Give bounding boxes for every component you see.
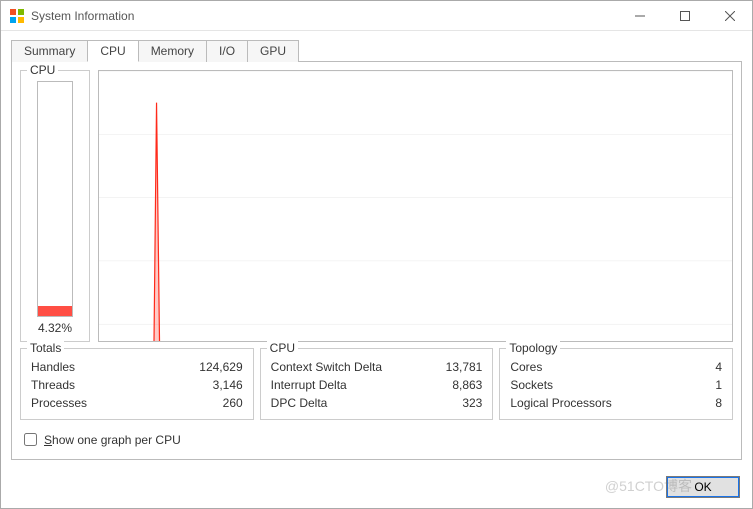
totals-fieldset: Totals Handles124,629Threads3,146Process… <box>20 348 254 420</box>
table-row: Interrupt Delta8,863 <box>269 377 485 393</box>
stat-label: Threads <box>29 377 148 393</box>
table-row: Logical Processors8 <box>508 395 724 411</box>
tab-gpu[interactable]: GPU <box>247 40 299 62</box>
table-row: Context Switch Delta13,781 <box>269 359 485 375</box>
tab-pane-cpu: CPU 4.32% Totals Handles124,629Threads3,… <box>11 61 742 460</box>
tabs: Summary CPU Memory I/O GPU <box>11 39 742 61</box>
stat-value: 260 <box>150 395 244 411</box>
cpu-stats-legend: CPU <box>267 341 298 355</box>
stat-value: 4 <box>704 359 724 375</box>
cpu-history-graph <box>98 70 733 342</box>
stat-label: Sockets <box>508 377 702 393</box>
stat-label: Handles <box>29 359 148 375</box>
show-one-graph-per-cpu-checkbox[interactable] <box>24 433 37 446</box>
system-information-window: System Information Summary CPU Memory I/… <box>0 0 753 509</box>
tab-summary[interactable]: Summary <box>11 40 88 62</box>
stat-value: 13,781 <box>429 359 485 375</box>
cpu-gauge-fill <box>38 306 72 316</box>
stat-label: Cores <box>508 359 702 375</box>
ok-button[interactable]: OK <box>666 476 740 498</box>
tab-io[interactable]: I/O <box>206 40 248 62</box>
topology-legend: Topology <box>506 341 560 355</box>
stat-value: 1 <box>704 377 724 393</box>
close-button[interactable] <box>707 1 752 30</box>
cpu-gauge-bar <box>37 81 73 317</box>
stat-value: 8 <box>704 395 724 411</box>
totals-legend: Totals <box>27 341 64 355</box>
cpu-stats-fieldset: CPU Context Switch Delta13,781Interrupt … <box>260 348 494 420</box>
table-row: Cores4 <box>508 359 724 375</box>
table-row: Sockets1 <box>508 377 724 393</box>
titlebar[interactable]: System Information <box>1 1 752 31</box>
stat-value: 124,629 <box>150 359 244 375</box>
app-icon <box>9 8 25 24</box>
stat-label: DPC Delta <box>269 395 427 411</box>
maximize-button[interactable] <box>662 1 707 30</box>
cpu-gauge-percent: 4.32% <box>38 321 72 335</box>
cpu-gauge-legend: CPU <box>27 63 58 77</box>
table-row: DPC Delta323 <box>269 395 485 411</box>
stat-label: Interrupt Delta <box>269 377 427 393</box>
topology-fieldset: Topology Cores4Sockets1Logical Processor… <box>499 348 733 420</box>
stat-label: Context Switch Delta <box>269 359 427 375</box>
tab-memory[interactable]: Memory <box>138 40 207 62</box>
stat-value: 323 <box>429 395 485 411</box>
table-row: Threads3,146 <box>29 377 245 393</box>
table-row: Handles124,629 <box>29 359 245 375</box>
stat-label: Processes <box>29 395 148 411</box>
stat-label: Logical Processors <box>508 395 702 411</box>
show-one-graph-per-cpu-label[interactable]: Show one graph per CPU <box>44 433 181 447</box>
stat-value: 8,863 <box>429 377 485 393</box>
cpu-history-svg <box>99 71 732 342</box>
tab-cpu[interactable]: CPU <box>87 40 138 62</box>
window-title: System Information <box>31 9 617 23</box>
cpu-gauge-fieldset: CPU 4.32% <box>20 70 90 342</box>
stat-value: 3,146 <box>150 377 244 393</box>
minimize-button[interactable] <box>617 1 662 30</box>
table-row: Processes260 <box>29 395 245 411</box>
